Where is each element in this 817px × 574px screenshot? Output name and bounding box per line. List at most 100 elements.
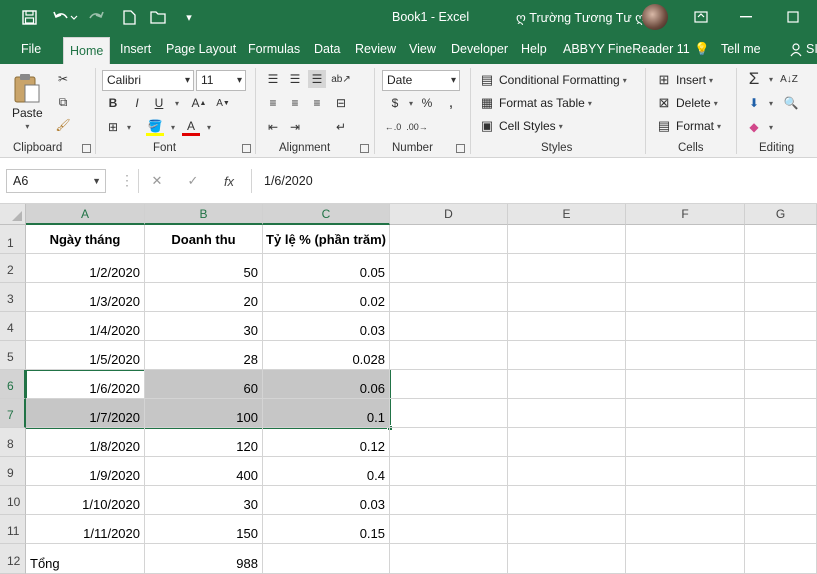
cell-c8[interactable]: 0.12 <box>263 428 390 457</box>
cell-c10[interactable]: 0.03 <box>263 486 390 515</box>
cell-b5[interactable]: 28 <box>145 341 263 370</box>
cell-f4[interactable] <box>626 312 745 341</box>
cell-e10[interactable] <box>508 486 626 515</box>
row-header-9[interactable]: 9 <box>0 457 26 486</box>
borders-dropdown-icon[interactable]: ▾ <box>120 118 138 136</box>
cell-c6[interactable]: 0.06 <box>263 370 390 399</box>
top-align-icon[interactable]: ☰ <box>264 70 282 88</box>
cell-styles-button[interactable]: ▣ Cell Styles ▾ <box>478 117 563 135</box>
cell-d5[interactable] <box>390 341 508 370</box>
cell-b4[interactable]: 30 <box>145 312 263 341</box>
wrap-text-icon[interactable]: ↵ <box>332 118 350 136</box>
copy-icon[interactable]: ⧉ <box>54 93 72 111</box>
name-box[interactable]: A6 ▼ <box>6 169 106 193</box>
underline-dropdown-icon[interactable]: ▾ <box>168 94 186 112</box>
cell-g9[interactable] <box>745 457 817 486</box>
row-header-7[interactable]: 7 <box>0 399 26 428</box>
cell-d2[interactable] <box>390 254 508 283</box>
cell-b11[interactable]: 150 <box>145 515 263 544</box>
new-document-icon[interactable] <box>118 7 140 27</box>
tab-page-layout[interactable]: Page Layout <box>166 35 236 64</box>
cell-f8[interactable] <box>626 428 745 457</box>
lightbulb-icon[interactable]: 💡 <box>694 35 710 64</box>
sort-filter-icon[interactable]: A↓Z <box>780 70 798 88</box>
cell-a4[interactable]: 1/4/2020 <box>26 312 145 341</box>
cell-d1[interactable] <box>390 225 508 254</box>
cell-c5[interactable]: 0.028 <box>263 341 390 370</box>
alignment-launcher-icon[interactable] <box>360 144 369 153</box>
tab-home[interactable]: Home <box>63 37 111 64</box>
align-right-icon[interactable]: ≡ <box>308 94 326 112</box>
font-color-dropdown-icon[interactable]: ▾ <box>200 118 218 136</box>
increase-decimal-icon[interactable]: ←.0 <box>384 118 402 136</box>
row-header-8[interactable]: 8 <box>0 428 26 457</box>
cell-f5[interactable] <box>626 341 745 370</box>
tab-tell-me[interactable]: Tell me <box>721 35 761 64</box>
redo-icon[interactable] <box>86 7 112 27</box>
cell-g11[interactable] <box>745 515 817 544</box>
merge-center-icon[interactable]: ⊟ <box>332 94 350 112</box>
row-header-6[interactable]: 6 <box>0 370 26 399</box>
cell-d9[interactable] <box>390 457 508 486</box>
undo-icon[interactable] <box>50 7 80 27</box>
column-header-f[interactable]: F <box>626 204 745 225</box>
row-header-5[interactable]: 5 <box>0 341 26 370</box>
row-header-3[interactable]: 3 <box>0 283 26 312</box>
increase-font-size-icon[interactable]: A ▲ <box>190 94 208 112</box>
tab-help[interactable]: Help <box>521 35 547 64</box>
cell-f6[interactable] <box>626 370 745 399</box>
decrease-font-size-icon[interactable]: A ▼ <box>214 94 232 112</box>
cell-a11[interactable]: 1/11/2020 <box>26 515 145 544</box>
cell-e5[interactable] <box>508 341 626 370</box>
share-icon[interactable] <box>790 35 804 64</box>
cell-b2[interactable]: 50 <box>145 254 263 283</box>
column-header-d[interactable]: D <box>390 204 508 225</box>
font-size-select[interactable]: 11 ▾ <box>196 70 246 91</box>
row-header-11[interactable]: 11 <box>0 515 26 544</box>
avatar[interactable] <box>642 4 668 30</box>
tab-formulas[interactable]: Formulas <box>248 35 300 64</box>
cell-a3[interactable]: 1/3/2020 <box>26 283 145 312</box>
cell-e7[interactable] <box>508 399 626 428</box>
select-all-button[interactable] <box>0 204 26 225</box>
cell-c4[interactable]: 0.03 <box>263 312 390 341</box>
cell-d3[interactable] <box>390 283 508 312</box>
orientation-icon[interactable]: ab↗ <box>331 70 351 88</box>
cell-d7[interactable] <box>390 399 508 428</box>
tab-data[interactable]: Data <box>314 35 340 64</box>
percent-icon[interactable]: % <box>418 94 436 112</box>
tab-view[interactable]: View <box>409 35 436 64</box>
cell-f10[interactable] <box>626 486 745 515</box>
tab-review[interactable]: Review <box>355 35 396 64</box>
save-icon[interactable] <box>18 7 40 27</box>
cell-d10[interactable] <box>390 486 508 515</box>
increase-indent-icon[interactable]: ⇥ <box>286 118 304 136</box>
cell-e9[interactable] <box>508 457 626 486</box>
cell-a7[interactable]: 1/7/2020 <box>26 399 145 428</box>
cancel-icon[interactable]: ✕ <box>139 173 175 189</box>
cell-g8[interactable] <box>745 428 817 457</box>
cell-g7[interactable] <box>745 399 817 428</box>
cell-d6[interactable] <box>390 370 508 399</box>
cell-e1[interactable] <box>508 225 626 254</box>
cell-g5[interactable] <box>745 341 817 370</box>
cell-g3[interactable] <box>745 283 817 312</box>
font-launcher-icon[interactable] <box>242 144 251 153</box>
cell-c3[interactable]: 0.02 <box>263 283 390 312</box>
formula-input[interactable]: 1/6/2020 <box>251 169 817 193</box>
cell-f11[interactable] <box>626 515 745 544</box>
font-name-select[interactable]: Calibri ▾ <box>102 70 194 91</box>
cell-f7[interactable] <box>626 399 745 428</box>
minimize-icon[interactable] <box>731 7 761 27</box>
cell-d12[interactable] <box>390 544 508 574</box>
cell-g12[interactable] <box>745 544 817 574</box>
paste-button[interactable]: Paste ▾ <box>12 72 43 131</box>
cell-b6[interactable]: 60 <box>145 370 263 399</box>
tab-file[interactable]: File <box>21 35 41 64</box>
row-header-1[interactable]: 1 <box>0 225 26 254</box>
row-header-2[interactable]: 2 <box>0 254 26 283</box>
column-header-c[interactable]: C <box>263 204 390 225</box>
cell-c12[interactable] <box>263 544 390 574</box>
align-center-icon[interactable]: ≡ <box>286 94 304 112</box>
cell-a10[interactable]: 1/10/2020 <box>26 486 145 515</box>
